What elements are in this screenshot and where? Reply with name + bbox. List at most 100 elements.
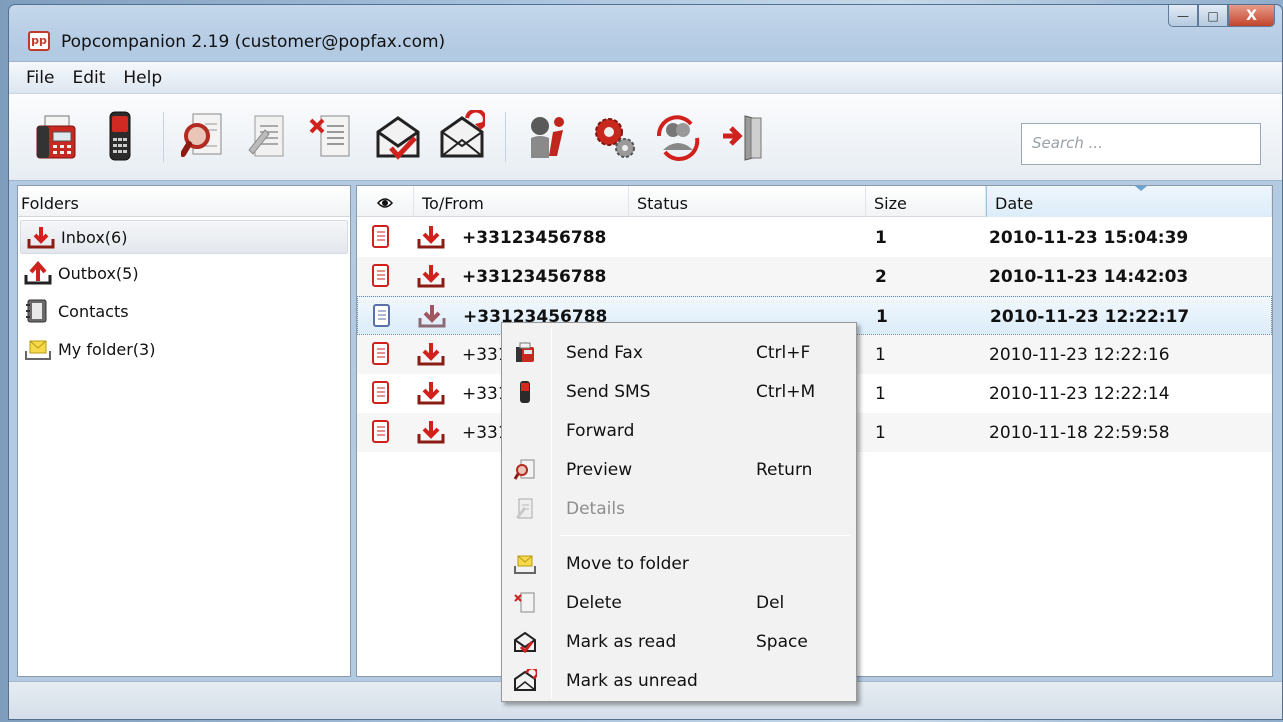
context-item-label: Mark as read: [566, 632, 677, 652]
inbox-arrow-icon: [27, 227, 55, 249]
context-item-label: Forward: [566, 421, 635, 441]
send-sms-button[interactable]: [97, 110, 143, 164]
delete-document-icon: [514, 592, 535, 613]
context-item-forward[interactable]: Forward: [502, 411, 856, 450]
folder-envelope-icon: [514, 555, 536, 574]
context-menu: Send Fax Ctrl+F Send SMS Ctrl+M Forward Previ…: [501, 322, 857, 702]
incoming-arrow-icon: [418, 305, 446, 328]
row-size: 1: [876, 307, 888, 327]
folder-envelope-icon: [25, 340, 51, 360]
folder-label: My folder(3): [58, 339, 156, 359]
minimize-button[interactable]: —: [1168, 5, 1198, 27]
message-row[interactable]: +33123456788 2 2010-11-23 14:42:03: [357, 257, 1272, 296]
send-fax-button[interactable]: [33, 110, 79, 164]
delete-document-icon: [309, 115, 350, 157]
folder-my-folder[interactable]: My folder(3): [18, 330, 350, 368]
mark-read-envelope-icon: [376, 116, 420, 160]
about-button[interactable]: [525, 110, 571, 164]
fax-machine-icon: [36, 115, 76, 159]
fax-document-icon: [372, 420, 389, 443]
context-item-shortcut: Space: [756, 632, 808, 652]
context-item-label: Preview: [566, 460, 633, 480]
row-date: 2010-11-23 15:04:39: [989, 228, 1189, 248]
fax-document-icon: [372, 225, 389, 248]
context-item-label: Delete: [566, 593, 622, 613]
sync-users-icon: [656, 115, 700, 161]
info-icon: [531, 117, 564, 158]
menu-help[interactable]: Help: [114, 68, 171, 88]
toolbar-separator: [505, 112, 506, 162]
row-size: 1: [875, 228, 887, 248]
preview-magnifier-icon: [513, 459, 535, 480]
context-item-label: Mark as unread: [566, 671, 698, 691]
fax-document-icon: [373, 304, 390, 327]
app-logo-icon: pp: [28, 31, 50, 51]
incoming-arrow-icon: [417, 421, 445, 444]
folder-contacts[interactable]: Contacts: [18, 292, 350, 330]
mark-read-button[interactable]: [375, 110, 421, 164]
exit-button[interactable]: [721, 110, 767, 164]
column-header-to-from[interactable]: To/From: [414, 186, 629, 217]
context-item-send-sms[interactable]: Send SMS Ctrl+M: [502, 372, 856, 411]
close-button[interactable]: X: [1228, 5, 1275, 27]
menu-bar: File Edit Help: [9, 61, 1282, 93]
context-item-shortcut: Del: [756, 593, 785, 613]
settings-button[interactable]: [591, 110, 637, 164]
mark-unread-button[interactable]: [439, 108, 487, 164]
menu-file[interactable]: File: [17, 68, 63, 88]
context-item-preview[interactable]: Preview Return: [502, 450, 856, 489]
context-item-delete[interactable]: Delete Del: [502, 583, 856, 622]
folder-outbox[interactable]: Outbox(5): [18, 254, 350, 292]
title-bar[interactable]: pp Popcompanion 2.19 (customer@popfax.co…: [9, 5, 1282, 61]
details-document-icon: [248, 115, 284, 157]
maximize-button[interactable]: □: [1198, 5, 1228, 27]
context-item-label: Details: [566, 499, 625, 519]
preview-button[interactable]: [180, 110, 227, 164]
details-document-icon: [516, 498, 533, 519]
folder-inbox[interactable]: Inbox(6): [20, 220, 348, 254]
row-size: 1: [875, 423, 886, 443]
incoming-arrow-icon: [417, 343, 445, 366]
row-number: +33123456788: [462, 228, 607, 248]
context-item-label: Send Fax: [566, 343, 643, 363]
mark-unread-envelope-icon: [514, 669, 537, 691]
incoming-arrow-icon: [417, 226, 445, 249]
incoming-arrow-icon: [417, 265, 445, 288]
context-item-mark-as-unread[interactable]: Mark as unread: [502, 661, 856, 700]
mark-read-envelope-icon: [514, 631, 536, 654]
fax-document-icon: [372, 264, 389, 287]
row-date: 2010-11-23 12:22:14: [989, 384, 1170, 404]
context-item-label: Send SMS: [566, 382, 651, 402]
row-number: +33123456788: [462, 267, 607, 287]
fax-machine-icon: [516, 342, 534, 362]
mobile-phone-icon: [109, 111, 131, 161]
eye-icon: [377, 198, 393, 208]
column-header-read[interactable]: [357, 186, 414, 217]
message-list-header: To/From Status Size Date: [357, 186, 1272, 217]
row-size: 2: [875, 267, 887, 287]
context-item-send-fax[interactable]: Send Fax Ctrl+F: [502, 333, 856, 372]
sync-button[interactable]: [655, 110, 701, 164]
toolbar: Search ...: [9, 93, 1282, 181]
folders-panel: Folders Inbox(6) Outbox(5) Contacts My f…: [17, 185, 351, 677]
settings-gears-icon: [595, 118, 635, 158]
context-item-shortcut: Ctrl+M: [756, 382, 816, 402]
fax-document-icon: [372, 342, 389, 365]
folder-label: Outbox(5): [58, 263, 139, 283]
folder-label: Contacts: [58, 301, 129, 321]
menu-edit[interactable]: Edit: [63, 68, 114, 88]
message-row[interactable]: +33123456788 1 2010-11-23 15:04:39: [357, 218, 1272, 257]
search-input[interactable]: Search ...: [1021, 123, 1261, 165]
context-item-move-to-folder[interactable]: Move to folder: [502, 544, 856, 583]
context-item-details: Details: [502, 489, 856, 528]
mobile-phone-icon: [520, 381, 530, 403]
column-header-date[interactable]: Date: [986, 186, 1272, 217]
details-button[interactable]: [245, 110, 291, 164]
column-header-status[interactable]: Status: [629, 186, 866, 217]
delete-button[interactable]: [309, 110, 355, 164]
column-header-size[interactable]: Size: [866, 186, 986, 217]
context-item-mark-as-read[interactable]: Mark as read Space: [502, 622, 856, 661]
mark-unread-envelope-icon: [440, 108, 487, 158]
preview-magnifier-icon: [180, 113, 222, 157]
sort-descending-icon: [1135, 186, 1147, 191]
